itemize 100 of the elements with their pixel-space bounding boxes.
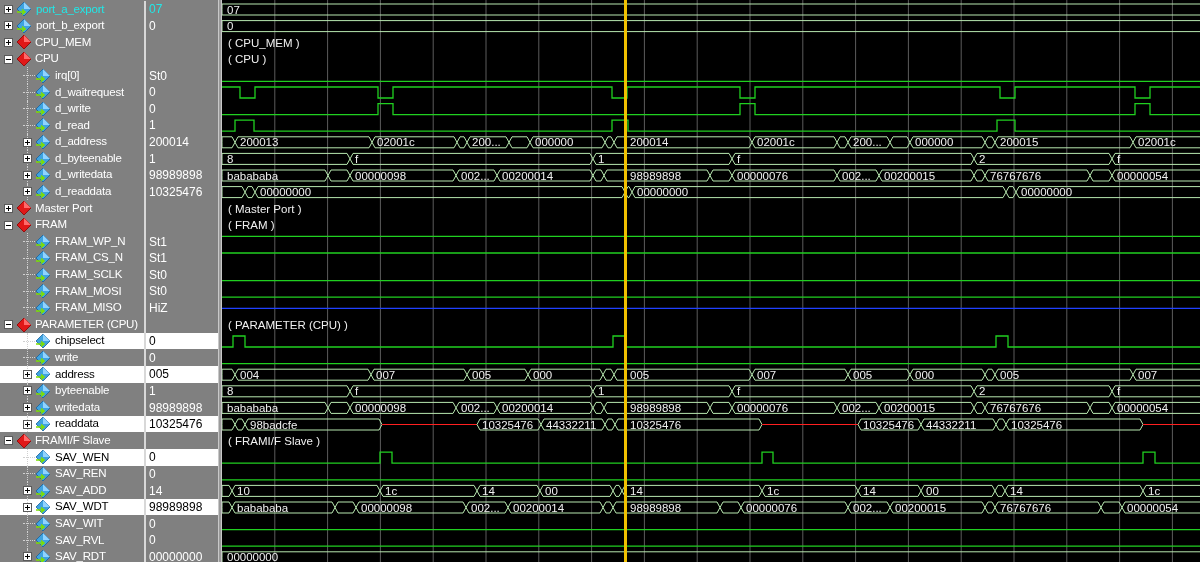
expand-toggle[interactable] bbox=[23, 552, 32, 562]
diamond-arrow-icon bbox=[35, 466, 52, 481]
bus-segment: 1c bbox=[379, 484, 478, 497]
diamond-arrow-icon bbox=[35, 251, 52, 266]
signal-name: FRAMI/F Slave bbox=[35, 435, 111, 447]
bus-segment: 200014 bbox=[613, 136, 753, 149]
expand-toggle[interactable] bbox=[23, 502, 32, 512]
bus-segment bbox=[222, 484, 233, 497]
signal-row[interactable]: address 005 bbox=[0, 366, 218, 383]
expand-toggle[interactable] bbox=[4, 38, 13, 47]
bus-segment bbox=[604, 418, 616, 431]
plus-icon bbox=[24, 171, 31, 179]
bus-segment: 02001c bbox=[1132, 136, 1200, 149]
expand-toggle[interactable] bbox=[23, 386, 32, 396]
signal-name: SAV_RVL bbox=[55, 534, 105, 547]
plus-icon bbox=[5, 5, 12, 13]
bus-segment: 00200015 bbox=[878, 169, 975, 182]
diamond-arrow-icon bbox=[35, 367, 52, 382]
bus-segment: 00200015 bbox=[878, 401, 975, 414]
diamond-icon bbox=[16, 218, 32, 232]
signal-value: 0 bbox=[149, 467, 156, 480]
signal-name: write bbox=[55, 352, 79, 364]
signal-name: writedata bbox=[55, 401, 100, 414]
signal-name: Master Port bbox=[35, 202, 93, 215]
bus-segment: 00000098 bbox=[349, 401, 457, 414]
expand-toggle[interactable] bbox=[23, 403, 32, 413]
diamond-arrow-icon bbox=[16, 18, 33, 33]
bus-segment: 1c bbox=[1142, 484, 1200, 497]
bus-segment bbox=[222, 368, 236, 381]
expand-toggle[interactable] bbox=[23, 154, 32, 164]
signal-name: byteenable bbox=[55, 385, 110, 397]
bus-segment: 44332211 bbox=[540, 418, 606, 431]
signal-value: 14 bbox=[149, 484, 163, 497]
bus-segment: 00000076 bbox=[740, 501, 849, 514]
diamond-arrow-icon bbox=[35, 234, 52, 249]
signal-value: HiZ bbox=[149, 302, 168, 314]
bus-segment bbox=[836, 136, 849, 149]
signal-name: FRAM_MOSI bbox=[55, 285, 122, 298]
bus-segment: 10325476 bbox=[1005, 418, 1144, 431]
expand-toggle[interactable] bbox=[23, 369, 32, 379]
signal-value: 0 bbox=[149, 534, 156, 547]
signal-name: SAV_RDT bbox=[55, 551, 106, 562]
signal-value: St1 bbox=[149, 252, 167, 265]
signal-value: St0 bbox=[149, 268, 167, 281]
signal-name: d_waitrequest bbox=[55, 86, 124, 98]
expand-toggle[interactable] bbox=[23, 419, 32, 429]
bus-segment: 000 bbox=[527, 368, 604, 381]
signal-value: 0 bbox=[149, 351, 156, 364]
bus-segment: 002... bbox=[455, 401, 498, 414]
bus-segment: 004 bbox=[234, 368, 372, 381]
group-label: ( Master Port ) bbox=[228, 202, 302, 215]
bus-segment bbox=[709, 401, 733, 414]
expand-toggle[interactable] bbox=[23, 187, 32, 197]
expand-toggle[interactable] bbox=[4, 436, 13, 446]
plus-icon bbox=[24, 487, 31, 494]
bus-segment: 02001c bbox=[751, 136, 838, 149]
signal-value: 0 bbox=[149, 86, 156, 99]
bus-segment bbox=[1005, 186, 1017, 199]
bus-segment: 2 bbox=[973, 385, 1113, 398]
bus-segment bbox=[508, 136, 531, 149]
diamond-icon bbox=[16, 433, 32, 448]
expand-toggle[interactable] bbox=[4, 21, 13, 31]
diamond-arrow-icon bbox=[35, 549, 52, 562]
bus-segment: 00000098 bbox=[349, 169, 457, 182]
expand-toggle[interactable] bbox=[23, 486, 32, 495]
bus-segment: 002... bbox=[847, 501, 891, 514]
bus-segment: 1 bbox=[592, 385, 733, 398]
signal-value: 98989898 bbox=[149, 501, 203, 514]
signal-value: 0 bbox=[149, 451, 156, 464]
plus-icon bbox=[24, 503, 31, 511]
bus-segment: 76767676 bbox=[984, 401, 1091, 414]
signal-value: St0 bbox=[149, 69, 167, 82]
bus-segment bbox=[234, 418, 246, 431]
expand-toggle[interactable] bbox=[4, 220, 13, 230]
expand-toggle[interactable] bbox=[4, 203, 13, 213]
diamond-arrow-icon bbox=[35, 267, 52, 282]
diamond-arrow-icon bbox=[35, 533, 52, 548]
bus-segment: 98badcfe bbox=[244, 418, 383, 431]
signal-value: 005 bbox=[149, 368, 170, 381]
plus-icon bbox=[5, 204, 12, 212]
bus-segment: 00000000 bbox=[1015, 186, 1200, 199]
expand-toggle[interactable] bbox=[23, 137, 32, 147]
bus-segment bbox=[973, 401, 986, 414]
plus-icon bbox=[24, 370, 31, 378]
expand-toggle[interactable] bbox=[4, 320, 13, 330]
bus-segment: 00000054 bbox=[1111, 401, 1200, 414]
signal-name: FRAM_WP_N bbox=[55, 235, 126, 248]
signal-value: 1 bbox=[149, 384, 156, 397]
plus-icon bbox=[24, 404, 31, 412]
bus-segment: 98989898 bbox=[612, 501, 721, 514]
diamond-icon bbox=[16, 317, 32, 332]
bus-segment: 007 bbox=[370, 368, 468, 381]
bus-segment: 14 bbox=[476, 484, 541, 497]
diamond-arrow-icon bbox=[35, 85, 52, 100]
expand-toggle[interactable] bbox=[4, 4, 13, 14]
bus-segment bbox=[222, 501, 233, 514]
signal-value: 98989898 bbox=[149, 401, 203, 414]
expand-toggle[interactable] bbox=[23, 170, 32, 180]
signal-row[interactable]: SAV_WEN 0 bbox=[0, 449, 218, 466]
expand-toggle[interactable] bbox=[4, 54, 13, 64]
